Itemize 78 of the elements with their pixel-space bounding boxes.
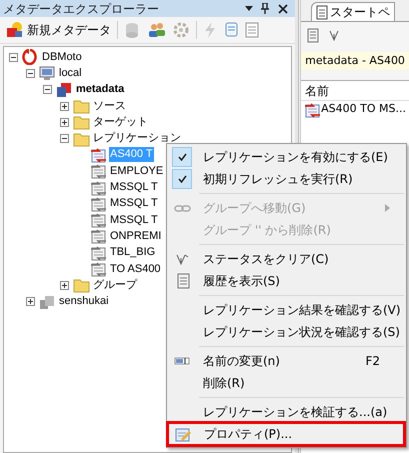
database-icon — [56, 82, 73, 98]
menu-item[interactable]: 初期リフレッシュを実行(R) — [203, 170, 353, 188]
panel-title: メタデータエクスプローラー — [3, 2, 159, 14]
pin-icon[interactable] — [261, 3, 270, 14]
filter-icon[interactable] — [329, 30, 340, 40]
checkmark-icon — [178, 175, 186, 183]
menu-item[interactable]: レプリケーションを有効にする(E) — [203, 148, 388, 166]
menu-item[interactable]: レプリケーション状況を確認する(S) — [203, 323, 400, 341]
tree-item[interactable]: ONPREMI — [109, 228, 162, 244]
ring-icon — [22, 49, 39, 66]
table-arrows-icon — [304, 102, 320, 118]
tree-item[interactable]: DBMoto — [41, 50, 83, 65]
tree-item[interactable]: グループ — [92, 278, 138, 293]
tree-item[interactable]: ソース — [92, 98, 127, 114]
tree-item[interactable]: レプリケーション — [92, 131, 182, 146]
computer-icon — [39, 65, 56, 82]
close-icon[interactable] — [278, 4, 288, 14]
tree-item[interactable]: local — [58, 66, 83, 81]
checkbox[interactable] — [172, 169, 192, 189]
notepad-icon[interactable] — [245, 22, 259, 38]
expand-icon[interactable] — [60, 118, 69, 127]
document-icon — [174, 273, 190, 289]
properties-icon — [175, 426, 191, 442]
tree-item[interactable]: senshukai — [58, 294, 110, 310]
dropdown-icon[interactable] — [245, 6, 254, 11]
table-arrows-icon — [90, 146, 107, 163]
new-metadata-icon — [6, 22, 24, 38]
servers-icon — [39, 294, 56, 310]
tree-item[interactable]: TO AS400 — [109, 262, 162, 276]
link-icon — [174, 204, 190, 212]
folder-icon — [73, 130, 90, 147]
expand-icon[interactable] — [60, 280, 69, 290]
table-arrows-icon — [90, 212, 107, 228]
table-arrows-icon — [90, 196, 107, 212]
list-item[interactable]: AS400 TO MS... — [321, 101, 406, 118]
menu-item: グループ '' から削除(R) — [203, 222, 331, 239]
checkmark-icon — [178, 153, 186, 161]
menu-item[interactable]: レプリケーションを検証する...(a) — [203, 403, 388, 421]
expand-icon[interactable] — [26, 297, 35, 306]
shortcut-label: F2 — [365, 353, 380, 370]
filter-icon — [175, 254, 189, 264]
document-icon[interactable] — [307, 28, 320, 42]
tree-item[interactable]: MSSQL T — [109, 180, 159, 196]
start-page-tab[interactable]: スタートペ — [311, 2, 396, 21]
table-arrows-icon — [90, 261, 107, 277]
menu-item: グループへ移動(G) — [203, 200, 306, 217]
tree-item[interactable]: EMPLOYE — [109, 164, 164, 179]
tree-item[interactable]: metadata — [75, 82, 126, 98]
expand-icon[interactable] — [60, 102, 69, 111]
tree-item[interactable]: MSSQL T — [109, 212, 159, 228]
scroll-icon[interactable] — [223, 22, 239, 38]
tree-item[interactable]: MSSQL T — [109, 196, 159, 212]
menu-item[interactable]: プロパティ(P)... — [204, 425, 292, 443]
table-arrows-icon — [90, 244, 107, 261]
folder-icon — [73, 277, 90, 294]
collapse-icon[interactable] — [60, 134, 69, 144]
table-arrows-icon — [90, 163, 107, 180]
table-arrows-icon — [90, 228, 107, 244]
new-metadata-button[interactable]: 新規メタデータ — [6, 21, 111, 39]
tree-item[interactable]: ターゲット — [92, 114, 149, 130]
collapse-icon[interactable] — [9, 52, 18, 62]
folder-icon — [73, 114, 90, 130]
column-header[interactable]: 名前 — [301, 81, 409, 101]
users-icon[interactable] — [148, 22, 166, 38]
menu-item[interactable]: ステータスをクリア(C) — [203, 250, 329, 268]
rename-icon — [174, 357, 190, 365]
table-arrows-icon — [90, 180, 107, 196]
filter-bar: metadata - AS400 — [301, 52, 409, 70]
menu-item[interactable]: 名前の変更(n) — [203, 352, 280, 370]
collapse-icon[interactable] — [43, 85, 52, 94]
collapse-icon[interactable] — [26, 68, 35, 78]
menu-item[interactable]: レプリケーション結果を確認する(V) — [203, 301, 401, 319]
checkbox[interactable] — [172, 147, 192, 167]
document-icon — [316, 4, 328, 20]
menu-item[interactable]: 履歴を表示(S) — [203, 272, 280, 290]
menu-item[interactable]: 削除(R) — [203, 374, 245, 392]
folder-icon — [73, 98, 90, 114]
tree-item[interactable]: TBL_BIG — [109, 245, 156, 260]
